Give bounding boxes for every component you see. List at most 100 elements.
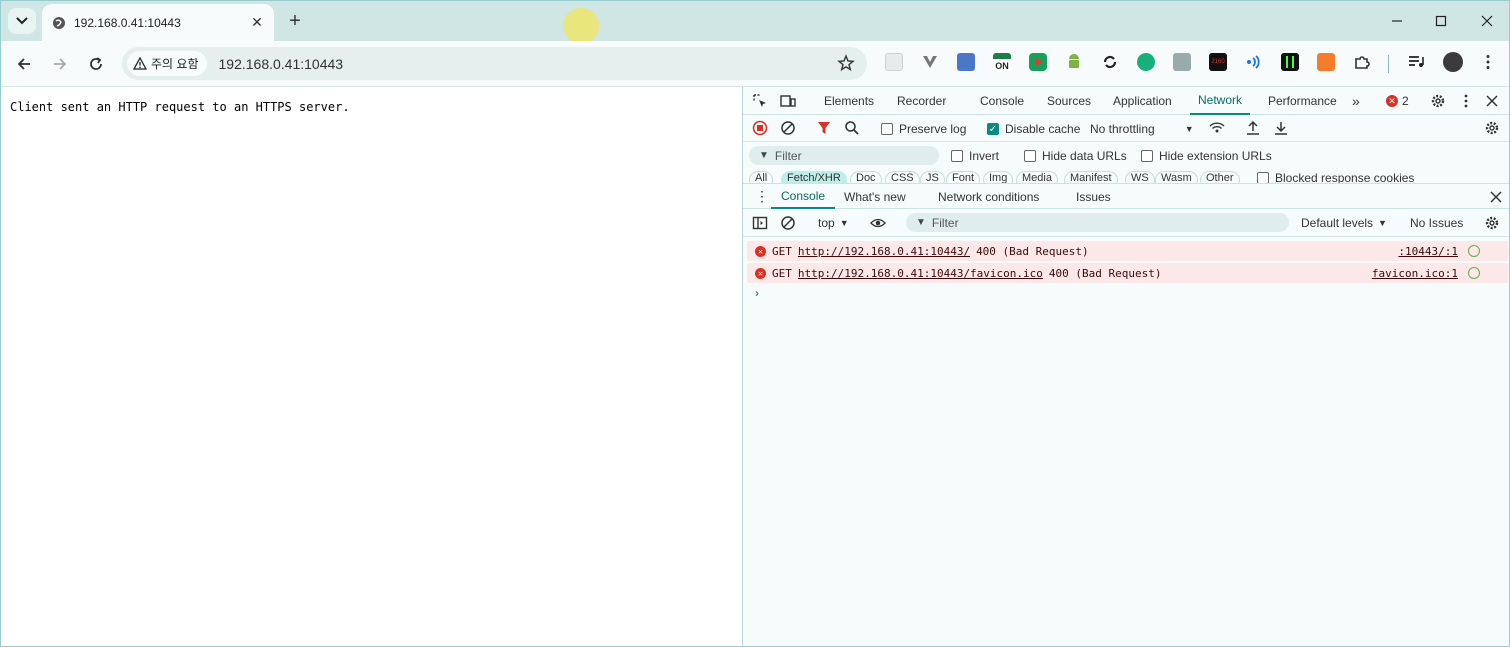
close-tab-icon[interactable]: ✕ — [246, 12, 268, 34]
network-conditions-icon[interactable] — [1209, 120, 1225, 136]
clear-console-icon[interactable] — [780, 215, 796, 231]
tab-recorder[interactable]: Recorder — [897, 87, 946, 115]
bookmark-star-icon[interactable] — [837, 54, 855, 72]
error-count-badge[interactable]: ✕ 2 — [1386, 94, 1409, 108]
devtools-tab-bar: Elements Recorder Console Sources Applic… — [743, 87, 1509, 115]
type-manifest[interactable]: Manifest — [1064, 171, 1118, 183]
network-globe-icon[interactable] — [1468, 267, 1480, 279]
console-prompt-chevron-icon[interactable]: › — [755, 286, 759, 300]
source-link[interactable]: favicon.ico:1 — [1372, 267, 1458, 280]
hide-data-urls-checkbox[interactable]: Hide data URLs — [1024, 149, 1127, 163]
extension-number-icon[interactable]: 2160 — [1209, 53, 1227, 71]
extension-v-icon[interactable] — [921, 53, 939, 71]
request-url-link[interactable]: http://192.168.0.41:10443/ — [798, 245, 970, 258]
network-settings-gear-icon[interactable] — [1484, 120, 1500, 136]
drawer-menu-icon[interactable]: ⋮ — [755, 184, 769, 209]
extension-blank-icon[interactable] — [885, 53, 903, 71]
type-js[interactable]: JS — [920, 171, 945, 183]
search-icon[interactable] — [844, 120, 860, 136]
security-chip[interactable]: 주의 요함 — [127, 51, 207, 76]
extension-translate-icon[interactable] — [957, 53, 975, 71]
disable-cache-checkbox[interactable]: ✓ Disable cache — [987, 122, 1080, 136]
settings-gear-icon[interactable] — [1430, 93, 1446, 109]
url-text[interactable]: 192.168.0.41:10443 — [219, 56, 344, 72]
hide-extension-urls-checkbox[interactable]: Hide extension URLs — [1141, 149, 1272, 163]
blocked-cookies-label: Blocked response cookies — [1275, 171, 1415, 183]
tab-network[interactable]: Network — [1190, 87, 1251, 115]
throttling-value: No throttling — [1090, 122, 1155, 136]
console-error-row[interactable]: ✕ GET http://192.168.0.41:10443/ 400 (Ba… — [747, 241, 1508, 261]
address-bar[interactable]: 주의 요함 192.168.0.41:10443 — [122, 47, 867, 80]
drawer-tab-issues[interactable]: Issues — [1076, 184, 1111, 209]
tab-search-button[interactable] — [8, 8, 36, 34]
console-settings-gear-icon[interactable] — [1484, 215, 1500, 231]
drawer-tab-network-conditions[interactable]: Network conditions — [938, 184, 1039, 209]
network-globe-icon[interactable] — [1468, 245, 1480, 257]
new-tab-button[interactable]: + — [283, 9, 307, 33]
type-font[interactable]: Font — [946, 171, 981, 183]
close-drawer-icon[interactable] — [1488, 189, 1504, 205]
android-icon[interactable] — [1065, 53, 1083, 71]
devtools-menu-icon[interactable] — [1458, 93, 1474, 109]
more-tabs-icon[interactable]: » — [1352, 87, 1360, 115]
import-har-icon[interactable] — [1245, 120, 1261, 136]
record-stop-icon[interactable] — [752, 120, 768, 136]
drawer-tab-console[interactable]: Console — [771, 184, 836, 209]
kebab-menu-icon[interactable] — [1479, 53, 1497, 71]
extension-on-icon[interactable]: ON — [993, 53, 1011, 71]
console-filter-input[interactable]: ▼ Filter — [906, 213, 1289, 232]
extension-avatar-icon[interactable] — [1173, 53, 1191, 71]
extension-equalizer-icon[interactable] — [1281, 53, 1299, 71]
close-window-button[interactable] — [1467, 8, 1507, 34]
invert-checkbox[interactable]: Invert — [951, 149, 999, 163]
issues-counter[interactable]: No Issues — [1410, 216, 1463, 230]
clear-icon[interactable] — [780, 120, 796, 136]
tab-console[interactable]: Console — [980, 87, 1024, 115]
network-filter-input[interactable]: ▼ Filter — [749, 146, 939, 165]
type-ws[interactable]: WS — [1125, 171, 1155, 183]
puzzle-icon[interactable] — [1353, 53, 1371, 71]
source-link[interactable]: :10443/:1 — [1398, 245, 1458, 258]
minimize-button[interactable] — [1377, 8, 1417, 34]
tab-application[interactable]: Application — [1113, 87, 1172, 115]
context-select[interactable]: top ▼ — [818, 216, 849, 230]
export-har-icon[interactable] — [1273, 120, 1289, 136]
log-levels-select[interactable]: Default levels ▼ — [1301, 216, 1387, 230]
type-css[interactable]: CSS — [885, 171, 920, 183]
preserve-log-checkbox[interactable]: Preserve log — [881, 122, 966, 136]
extension-play-icon[interactable] — [1029, 53, 1047, 71]
type-all[interactable]: All — [749, 171, 774, 183]
filter-funnel-icon[interactable] — [816, 120, 832, 136]
console-toolbar: top ▼ ▼ Filter Default levels ▼ No Issue… — [743, 209, 1509, 237]
sidebar-toggle-icon[interactable] — [752, 215, 768, 231]
type-img[interactable]: Img — [983, 171, 1014, 183]
drawer-tab-whats-new[interactable]: What's new — [844, 184, 906, 209]
extension-green-circle-icon[interactable] — [1137, 53, 1155, 71]
tab-performance[interactable]: Performance — [1268, 87, 1337, 115]
type-wasm[interactable]: Wasm — [1155, 171, 1198, 183]
device-toggle-icon[interactable] — [780, 93, 796, 109]
type-media[interactable]: Media — [1016, 171, 1058, 183]
blocked-cookies-checkbox[interactable]: Blocked response cookies — [1257, 171, 1414, 183]
browser-tab[interactable]: 192.168.0.41:10443 ✕ — [42, 4, 274, 41]
type-fetch-xhr[interactable]: Fetch/XHR — [781, 171, 847, 183]
forward-button[interactable] — [47, 51, 73, 77]
type-other[interactable]: Other — [1200, 171, 1240, 183]
reload-button[interactable] — [83, 51, 109, 77]
close-devtools-icon[interactable] — [1484, 93, 1500, 109]
profile-avatar[interactable] — [1443, 52, 1463, 72]
console-error-row[interactable]: ✕ GET http://192.168.0.41:10443/favicon.… — [747, 263, 1508, 283]
live-expression-eye-icon[interactable] — [870, 215, 886, 231]
throttling-select[interactable]: No throttling ▼ — [1090, 122, 1194, 136]
request-url-link[interactable]: http://192.168.0.41:10443/favicon.ico — [798, 267, 1043, 280]
media-control-icon[interactable] — [1407, 53, 1425, 71]
inspect-element-icon[interactable] — [752, 93, 768, 109]
tab-elements[interactable]: Elements — [824, 87, 874, 115]
type-doc[interactable]: Doc — [850, 171, 882, 183]
maximize-button[interactable] — [1421, 8, 1461, 34]
sync-icon[interactable] — [1101, 53, 1119, 71]
back-button[interactable] — [11, 51, 37, 77]
tab-sources[interactable]: Sources — [1047, 87, 1091, 115]
extension-bag-icon[interactable] — [1317, 53, 1335, 71]
wireless-icon[interactable] — [1245, 53, 1263, 71]
